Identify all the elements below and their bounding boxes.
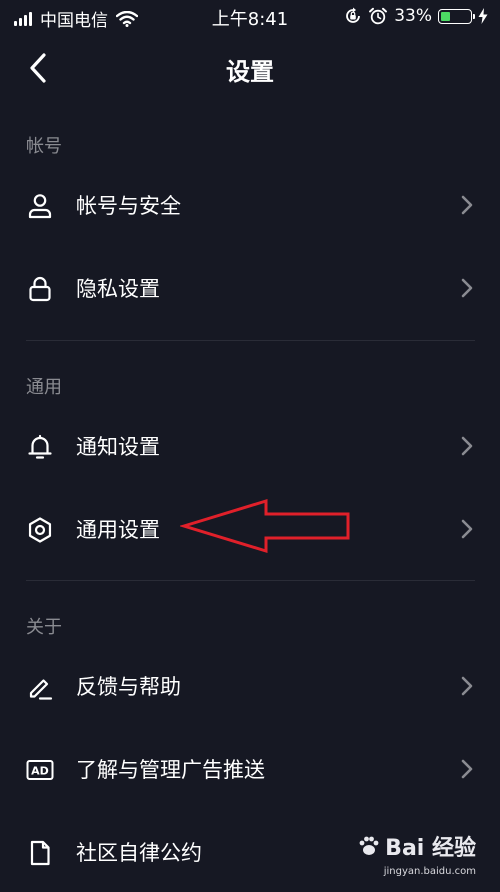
- battery-percent: 33%: [394, 6, 432, 26]
- page-title: 设置: [226, 58, 274, 86]
- menu-item-privacy-settings[interactable]: 隐私设置: [0, 248, 500, 328]
- menu-item-label: 反馈与帮助: [76, 675, 181, 699]
- status-right: 33%: [344, 6, 488, 26]
- alarm-icon: [369, 7, 388, 25]
- lock-icon: [29, 276, 51, 302]
- section-header-account: 帐号: [26, 136, 62, 157]
- battery-fill: [441, 11, 450, 21]
- section-header-general: 通用: [26, 377, 62, 398]
- menu-item-label: 通知设置: [76, 435, 160, 459]
- ad-badge-text: AD: [31, 765, 49, 778]
- user-icon: [28, 194, 52, 219]
- bell-icon: [28, 434, 52, 459]
- battery-icon: [438, 8, 475, 24]
- watermark-url: jingyan.baidu.com: [383, 866, 476, 877]
- chevron-right-icon: [461, 519, 473, 539]
- menu-item-label: 隐私设置: [76, 277, 160, 301]
- paw-logo-icon: [359, 836, 379, 855]
- menu-item-notification-settings[interactable]: 通知设置: [0, 406, 500, 486]
- pencil-icon: [29, 679, 53, 700]
- menu-item-label: 帐号与安全: [76, 194, 181, 218]
- section-divider: [26, 580, 475, 581]
- menu-item-label: 了解与管理广告推送: [76, 758, 265, 782]
- chevron-right-icon: [461, 436, 473, 456]
- menu-item-account-security[interactable]: 帐号与安全: [0, 165, 500, 245]
- nav-header: 设置: [0, 38, 500, 98]
- watermark-logo-text: Bai 经验: [385, 836, 476, 861]
- annotation-arrow: [180, 498, 350, 554]
- rotation-lock-icon: [346, 7, 361, 23]
- menu-item-label: 社区自律公约: [76, 841, 202, 865]
- menu-item-label: 通用设置: [76, 518, 160, 542]
- menu-item-feedback-help[interactable]: 反馈与帮助: [0, 646, 500, 726]
- menu-item-ad-preferences[interactable]: AD 了解与管理广告推送: [0, 729, 500, 809]
- baidu-jingyan-watermark: Bai 经验 jingyan.baidu.com: [357, 830, 476, 877]
- chevron-right-icon: [461, 759, 473, 779]
- section-divider: [26, 340, 475, 341]
- gear-icon: [28, 517, 52, 543]
- status-bar: 中国电信 上午8:41 33%: [0, 0, 500, 34]
- chevron-right-icon: [461, 195, 473, 215]
- chevron-right-icon: [461, 676, 473, 696]
- document-icon: [30, 840, 50, 866]
- section-header-about: 关于: [26, 617, 62, 638]
- charging-bolt-icon: [478, 8, 488, 24]
- ad-icon: AD: [26, 760, 54, 780]
- chevron-right-icon: [461, 278, 473, 298]
